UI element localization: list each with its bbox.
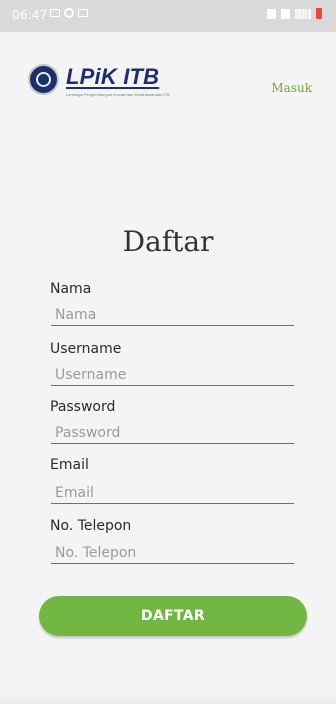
header: LPiK ITB Lembaga Pengembangan Inovasi da… xyxy=(0,58,336,108)
logo-subtitle: Lembaga Pengembangan Inovasi dan Kewirau… xyxy=(66,92,170,97)
password-input[interactable] xyxy=(51,422,294,444)
login-link[interactable]: Masuk xyxy=(271,82,312,94)
image-icon xyxy=(50,9,60,17)
status-time: 06:47 xyxy=(12,8,48,22)
username-input[interactable] xyxy=(51,364,294,386)
square-icon xyxy=(78,9,88,17)
phone-input[interactable] xyxy=(51,542,294,564)
status-left-icons xyxy=(50,8,88,18)
circle-icon xyxy=(64,8,74,18)
status-bar: 06:47 xyxy=(0,0,336,32)
logo-title: LPiK ITB xyxy=(66,64,160,89)
page-title: Daftar xyxy=(122,225,214,258)
daftar-button[interactable]: DAFTAR xyxy=(39,596,307,636)
signal-icon xyxy=(295,8,311,19)
bottom-edge xyxy=(0,694,336,704)
phone-label: No. Telepon xyxy=(50,518,132,534)
mute-icon xyxy=(281,8,290,19)
battery-icon xyxy=(316,8,322,19)
password-label: Password xyxy=(50,399,116,415)
status-right-icons xyxy=(267,8,322,19)
name-label: Nama xyxy=(50,281,92,297)
email-input[interactable] xyxy=(51,482,294,504)
username-label: Username xyxy=(50,341,122,357)
name-input[interactable] xyxy=(51,304,294,326)
alarm-icon xyxy=(267,8,276,19)
university-seal-icon xyxy=(28,64,59,95)
email-label: Email xyxy=(50,457,89,473)
